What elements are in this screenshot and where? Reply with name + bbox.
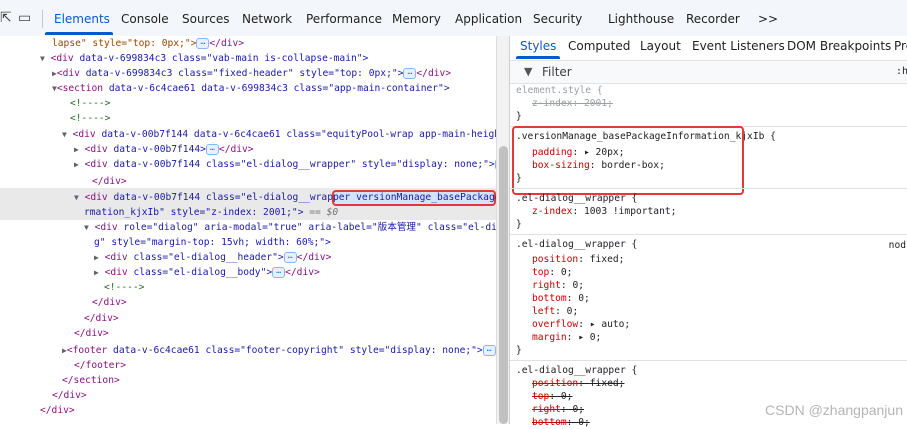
dom-line[interactable]: ▼<section data-v-6c4cae61 data-v-699834c… [52, 81, 450, 96]
rule-selector[interactable]: .el-dialog__wrapper { [516, 364, 637, 377]
tab-security[interactable]: Security [533, 12, 582, 26]
rule-close: } [516, 345, 522, 356]
tab-layout[interactable]: Layout [640, 39, 681, 53]
dom-close-tag[interactable]: </div> [40, 403, 75, 418]
rule-selector[interactable]: .el-dialog__wrapper { [516, 192, 637, 205]
dom-line-selected[interactable]: ▼ <div data-v-00b7f144 class="el-dialog_… [74, 190, 496, 205]
tab-lighthouse[interactable]: Lighthouse [608, 12, 674, 26]
rule-property[interactable]: position: fixed; [532, 377, 624, 390]
expand-triangle-icon[interactable]: ▶ [94, 268, 99, 277]
ellipsis-badge[interactable]: … [403, 67, 417, 79]
tab-application[interactable]: Application [455, 12, 522, 26]
dom-line[interactable]: ▼ <div data-v-699834c3 class="vab-main i… [40, 51, 368, 66]
dom-close-tag[interactable]: </div> [52, 388, 87, 403]
expand-triangle-icon[interactable]: ▶ [74, 160, 79, 169]
inspect-icon[interactable]: ⇱ [0, 10, 12, 26]
dom-line[interactable]: lapse" style="top: 0px;">… </div> [52, 36, 244, 51]
tab-performance[interactable]: Performance [306, 12, 382, 26]
tab-dom-breakpoints[interactable]: DOM Breakpoints [787, 39, 891, 53]
tab-network[interactable]: Network [242, 12, 292, 26]
rule-property[interactable]: right: 0; [532, 403, 584, 416]
dom-line[interactable]: ▼ <div data-v-00b7f144 data-v-6c4cae61 c… [62, 127, 496, 142]
styles-pane: Styles Computed Layout Event Listeners D… [509, 36, 907, 428]
dom-close-tag[interactable]: </section> [62, 373, 120, 388]
ellipsis-badge[interactable]: … [196, 37, 210, 49]
tab-console[interactable]: Console [121, 12, 169, 26]
collapse-triangle-icon[interactable]: ▼ [40, 54, 45, 63]
filter-icon: ▼ [524, 65, 533, 78]
rule-property[interactable]: left: 0; [532, 305, 578, 318]
ellipsis-badge[interactable]: … [482, 344, 496, 356]
rule-property[interactable]: bottom: 0; [532, 416, 590, 429]
scrollbar-thumb[interactable] [499, 146, 508, 424]
tab-styles[interactable]: Styles [520, 39, 556, 53]
dom-close-tag[interactable]: </div> [74, 326, 109, 341]
collapse-triangle-icon[interactable]: ▼ [84, 223, 89, 232]
ellipsis-badge[interactable]: … [283, 251, 297, 263]
active-tab-indicator [516, 56, 560, 59]
dom-line[interactable]: ▶ <div class="el-dialog__body">… </div> [94, 265, 320, 280]
dom-comment[interactable]: <!----> [70, 111, 110, 126]
rule-property[interactable]: right: 0; [532, 279, 584, 292]
devtools-toolbar: ⇱ ▭ Elements Console Sources Network Per… [0, 0, 907, 37]
rule-property[interactable]: overflow: ▸ auto; [532, 318, 630, 331]
tab-elements[interactable]: Elements [54, 12, 110, 26]
rule-divider [510, 360, 907, 361]
tab-properties[interactable]: Pro [894, 39, 907, 53]
tab-recorder[interactable]: Recorder [686, 12, 740, 26]
rule-selector[interactable]: element.style { [516, 84, 603, 97]
dom-line[interactable]: ▶ <div data-v-00b7f144 class="el-dialog_… [74, 157, 496, 172]
dom-comment[interactable]: <!----> [104, 280, 144, 295]
tab-memory[interactable]: Memory [392, 12, 441, 26]
ellipsis-badge[interactable]: … [272, 266, 286, 278]
rule-close: } [516, 111, 522, 122]
rule-property[interactable]: z-index: 2001; [532, 97, 613, 110]
rule-property[interactable]: top: 0; [532, 390, 572, 403]
dom-close-tag[interactable]: </div> [92, 174, 127, 189]
rule-selector[interactable]: .el-dialog__wrapper { [516, 238, 637, 251]
expand-triangle-icon[interactable]: ▶ [74, 145, 79, 154]
rule-property[interactable]: bottom: 0; [532, 292, 590, 305]
ellipsis-badge[interactable]: … [205, 143, 219, 155]
rule-close: } [516, 219, 522, 230]
expand-triangle-icon[interactable]: ▶ [94, 253, 99, 262]
active-tab-indicator [45, 32, 113, 35]
dom-comment[interactable]: <!----> [70, 96, 110, 111]
selected-node-marker: == $0 [309, 207, 339, 218]
dom-close-tag[interactable]: </footer> [74, 358, 126, 373]
dom-line[interactable]: ▼ <div role="dialog" aria-modal="true" a… [84, 220, 496, 235]
dom-line[interactable]: ▶<footer data-v-6c4cae61 class="footer-c… [62, 343, 496, 358]
rule-property[interactable]: z-index: 1003 !important; [532, 205, 676, 218]
dom-close-tag[interactable]: </div> [92, 295, 127, 310]
selected-class-token[interactable]: versionManage_basePackageInfo [356, 192, 496, 203]
tab-event-listeners[interactable]: Event Listeners [692, 39, 785, 53]
dom-line[interactable]: ▶<div data-v-699834c3 class="fixed-heade… [52, 66, 451, 81]
annotation-red-box [512, 126, 744, 195]
toolbar-divider [42, 10, 43, 28]
rule-property[interactable]: position: fixed; [532, 253, 624, 266]
rule-property[interactable]: top: 0; [532, 266, 572, 279]
filter-input[interactable]: Filter [542, 65, 572, 79]
stylesheet-source-link[interactable]: nod [889, 240, 906, 251]
dom-line-selected-cont[interactable]: rmation_kjxIb" style="z-index: 2001;"> =… [84, 205, 338, 220]
rule-divider [510, 234, 907, 235]
watermark-text: CSDN @zhangpanjun [765, 402, 903, 418]
hover-state-toggle[interactable]: :ho [896, 66, 907, 77]
elements-dom-tree[interactable]: lapse" style="top: 0px;">… </div> ▼ <div … [0, 36, 496, 424]
collapse-triangle-icon[interactable]: ▼ [62, 130, 67, 139]
rule-divider [510, 188, 907, 189]
styles-filter-bar[interactable]: ▼ Filter :ho [510, 60, 907, 84]
collapse-triangle-icon[interactable]: ▼ [74, 193, 79, 202]
elements-scrollbar[interactable] [496, 36, 510, 424]
dom-line[interactable]: ▶ <div data-v-00b7f144>… </div> [74, 142, 254, 157]
dom-close-tag[interactable]: </div> [84, 311, 119, 326]
dom-line[interactable]: ▶ <div class="el-dialog__header">… </div> [94, 250, 331, 265]
device-toolbar-icon[interactable]: ▭ [18, 10, 31, 26]
rule-property[interactable]: margin: ▸ 0; [532, 331, 601, 344]
more-tabs-button[interactable]: >> [758, 12, 778, 26]
tab-sources[interactable]: Sources [182, 12, 229, 26]
tab-computed[interactable]: Computed [568, 39, 630, 53]
dom-line-cont[interactable]: g" style="margin-top: 15vh; width: 60%;"… [94, 235, 331, 250]
